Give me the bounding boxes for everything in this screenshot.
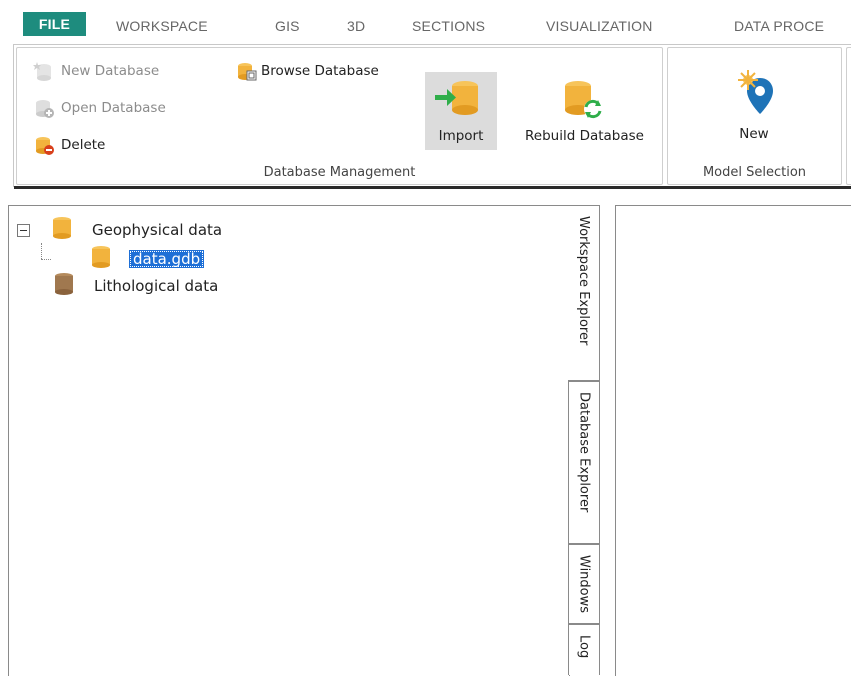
- new-model-pin-icon: [734, 70, 778, 122]
- import-icon: [433, 76, 485, 124]
- tree-item-label-selected: data.gdb: [129, 250, 205, 268]
- database-icon: [54, 272, 74, 300]
- new-model-button[interactable]: New: [718, 70, 790, 148]
- tab-windows[interactable]: Windows: [568, 544, 600, 624]
- group-label-database-management: Database Management: [263, 165, 416, 180]
- tree-item-data-gdb[interactable]: data.gdb: [91, 245, 205, 273]
- delete-database-icon: [33, 134, 55, 156]
- open-database-icon: [33, 97, 55, 119]
- new-database-button[interactable]: New Database: [33, 60, 159, 82]
- ribbon-bottom-border: [14, 186, 851, 189]
- ribbon-tab-bar: FILE WORKSPACE GIS 3D SECTIONS VISUALIZA…: [0, 0, 851, 44]
- rebuild-database-label: Rebuild Database: [525, 128, 644, 144]
- open-database-button[interactable]: Open Database: [33, 97, 166, 119]
- database-explorer-pane: Geophysical data data.gdb Lithological d…: [8, 205, 570, 676]
- tree-item-lithological-data[interactable]: Lithological data: [54, 272, 219, 300]
- import-label: Import: [438, 128, 484, 144]
- tab-data-processing[interactable]: DATA PROCE: [734, 18, 824, 34]
- delete-label: Delete: [61, 137, 106, 153]
- tree-item-label: Geophysical data: [92, 221, 223, 239]
- group-label-model-selection: Model Selection: [702, 165, 807, 180]
- database-icon: [91, 245, 111, 273]
- new-model-label: New: [739, 126, 769, 142]
- tree-connector: [41, 243, 43, 259]
- tree-item-geophysical-data[interactable]: Geophysical data: [17, 216, 223, 244]
- import-button[interactable]: Import: [425, 72, 497, 150]
- side-tab-strip: Workspace Explorer Database Explorer Win…: [568, 205, 602, 675]
- tab-visualization[interactable]: VISUALIZATION: [546, 18, 653, 34]
- browse-database-button[interactable]: Browse Database: [235, 60, 379, 82]
- delete-button[interactable]: Delete: [33, 134, 105, 156]
- tree-connector: [41, 259, 51, 261]
- tab-workspace[interactable]: WORKSPACE: [116, 18, 208, 34]
- collapse-icon[interactable]: [17, 223, 30, 237]
- browse-database-label: Browse Database: [261, 63, 379, 79]
- browse-database-icon: [235, 60, 257, 82]
- tab-sections[interactable]: SECTIONS: [412, 18, 485, 34]
- group-partial: [846, 47, 851, 185]
- rebuild-database-icon: [562, 76, 606, 126]
- tab-log[interactable]: Log: [568, 624, 600, 675]
- tab-gis[interactable]: GIS: [275, 18, 300, 34]
- rebuild-database-button[interactable]: Rebuild Database: [512, 72, 657, 150]
- ribbon: New Database Open Database Delete Browse…: [13, 44, 851, 187]
- group-database-management: New Database Open Database Delete Browse…: [16, 47, 663, 185]
- main-view-pane: [615, 205, 851, 676]
- tree-item-label: Lithological data: [94, 277, 219, 295]
- open-database-label: Open Database: [61, 100, 166, 116]
- group-model-selection: New Model Selection: [667, 47, 842, 185]
- database-icon: [52, 216, 72, 244]
- new-database-icon: [33, 60, 55, 82]
- new-database-label: New Database: [61, 63, 160, 79]
- tab-workspace-explorer[interactable]: Workspace Explorer: [568, 205, 600, 381]
- tab-file[interactable]: FILE: [23, 12, 86, 36]
- tab-database-explorer[interactable]: Database Explorer: [568, 381, 600, 544]
- tab-3d[interactable]: 3D: [347, 18, 365, 34]
